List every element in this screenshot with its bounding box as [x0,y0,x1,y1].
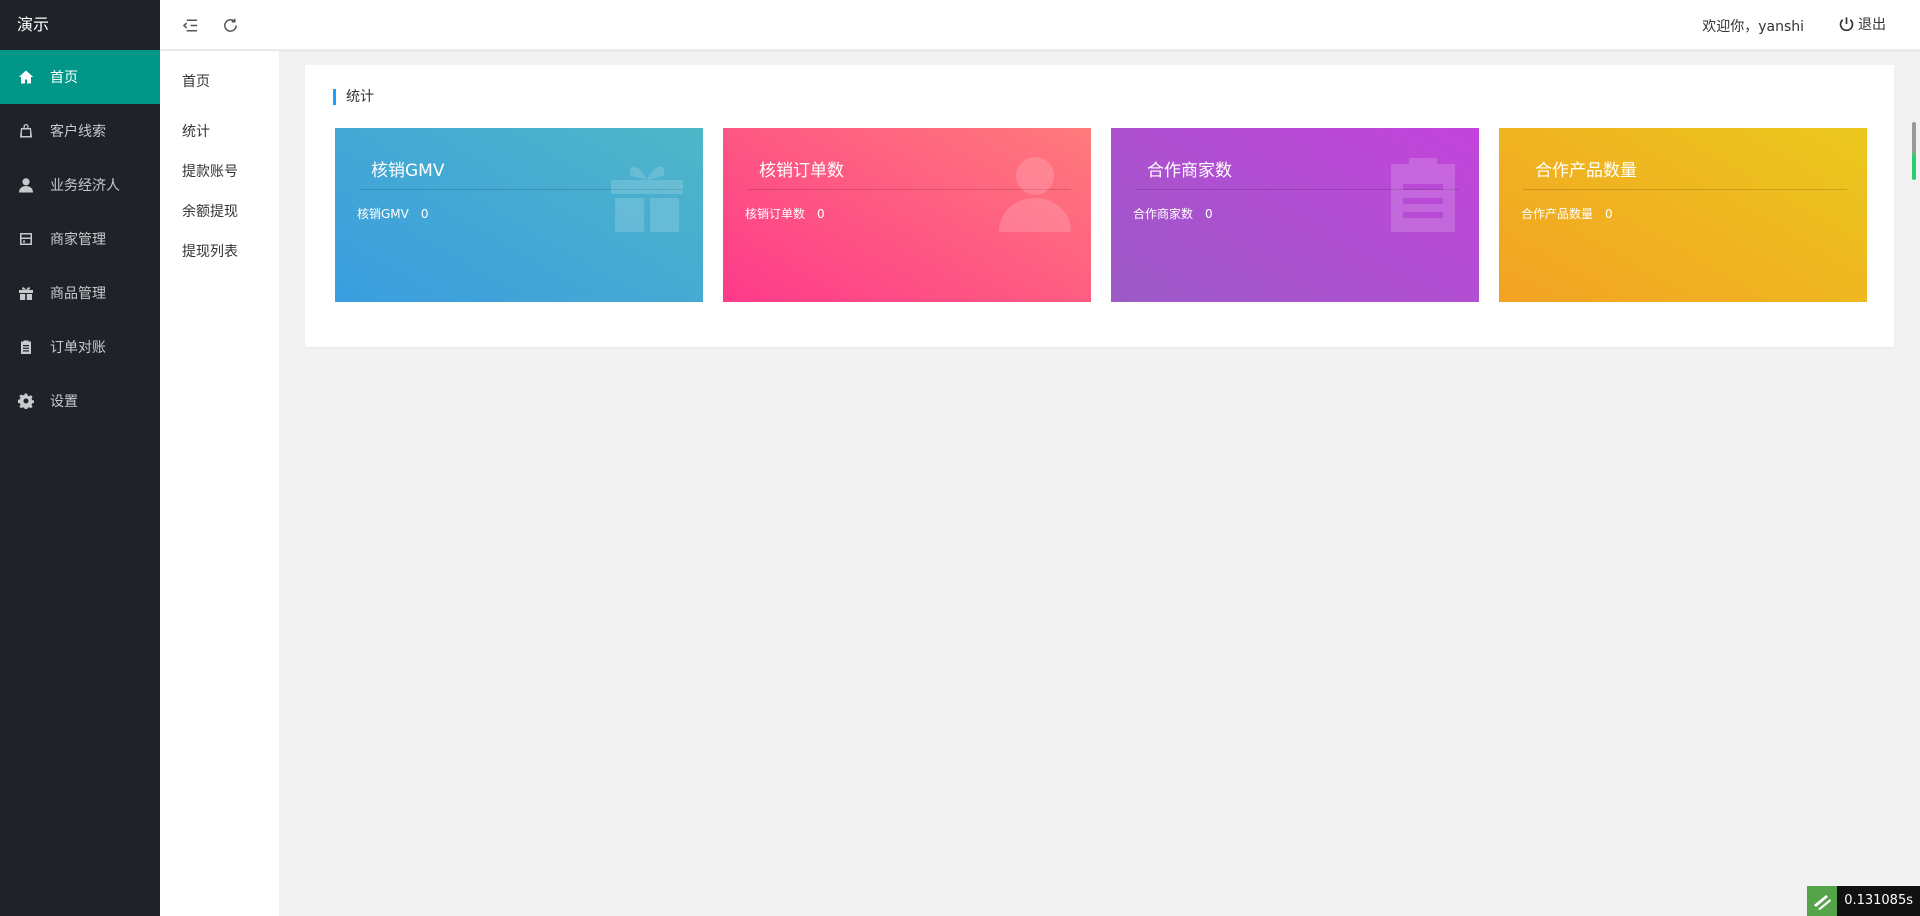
user-icon [17,176,35,194]
stat-label: 合作产品数量 [1521,207,1594,221]
refresh-button[interactable] [220,15,240,35]
sidebar-item-home[interactable]: 首页 [0,50,160,104]
sidebar-nav: 首页 客户线索 业务经济人 商家管理 商品管理 订单对账 设置 [0,50,160,428]
indent-icon [182,19,197,31]
stat-tile-gmv: 核销GMV 核销GMV 0 [335,128,703,302]
clipboard-icon [17,338,35,356]
sub-navigation: 首页 统计 提款账号 余额提现 提现列表 [160,51,280,916]
stat-tile-orders: 核销订单数 核销订单数 0 [723,128,1091,302]
sidebar-item-label: 首页 [50,70,78,86]
gear-icon [17,392,35,410]
subnav-item-balance-withdraw[interactable]: 余额提现 [182,201,238,221]
sidebar-item-label: 商家管理 [50,232,106,248]
section-title: 统计 [333,89,374,105]
home-icon [17,68,35,86]
collapse-menu-button[interactable] [180,15,200,35]
gift-icon [17,284,35,302]
stat-tile-products: 合作产品数量 合作产品数量 0 [1499,128,1867,302]
subnav-title: 首页 [182,74,210,90]
subnav-item-stats[interactable]: 统计 [182,121,210,141]
sidebar-item-merchants[interactable]: 商家管理 [0,212,160,266]
stat-value: 0 [817,207,825,221]
stat-line: 合作商家数 0 [1133,205,1213,222]
page-scrollbar[interactable] [1912,122,1916,180]
refresh-icon [223,18,237,32]
logout-button[interactable]: 退出 [1838,14,1886,34]
sidebar-item-agents[interactable]: 业务经济人 [0,158,160,212]
debug-logo-icon [1807,886,1838,916]
sidebar-item-label: 订单对账 [50,340,106,356]
gift-icon [609,156,685,232]
store-icon [17,230,35,248]
sidebar: 演示 首页 客户线索 业务经济人 商家管理 商品管理 订单对账 设置 [0,0,160,916]
stats-card: 统计 核销GMV 核销GMV 0 核销订单数 核销订单数 0 合作商家数 合作商家数… [305,65,1894,347]
stat-line: 核销GMV 0 [357,205,429,222]
app-logo: 演示 [17,15,50,34]
bag-icon [17,122,35,140]
welcome-text: 欢迎你，yanshi [1702,19,1804,35]
stat-label: 核销订单数 [745,207,806,221]
top-header: 欢迎你，yanshi 退出 [160,0,1920,50]
stat-value: 0 [1205,207,1213,221]
sidebar-item-label: 客户线索 [50,124,106,140]
stat-value: 0 [420,207,429,221]
stat-label: 合作商家数 [1133,207,1194,221]
clipboard-icon [1385,156,1461,232]
subnav-item-withdraw-account[interactable]: 提款账号 [182,161,238,181]
perf-badge[interactable]: 0.131085s [1807,886,1920,916]
sidebar-item-leads[interactable]: 客户线索 [0,104,160,158]
power-icon [1839,16,1854,31]
sidebar-item-orders[interactable]: 订单对账 [0,320,160,374]
stat-label: 核销GMV [357,207,409,221]
sidebar-item-label: 商品管理 [50,286,106,302]
user-icon [997,156,1073,232]
sidebar-item-label: 业务经济人 [50,178,120,194]
sidebar-item-settings[interactable]: 设置 [0,374,160,428]
stat-tile-merchants: 合作商家数 合作商家数 0 [1111,128,1479,302]
sidebar-item-products[interactable]: 商品管理 [0,266,160,320]
subnav-item-withdraw-list[interactable]: 提现列表 [182,241,238,261]
stat-line: 合作产品数量 0 [1521,205,1613,222]
logout-label: 退出 [1858,17,1886,33]
stat-line: 核销订单数 0 [745,205,825,222]
stat-value: 0 [1605,207,1613,221]
perf-time: 0.131085s [1837,886,1920,916]
sidebar-item-label: 设置 [50,394,78,410]
stat-title: 合作产品数量 [1523,156,1847,190]
